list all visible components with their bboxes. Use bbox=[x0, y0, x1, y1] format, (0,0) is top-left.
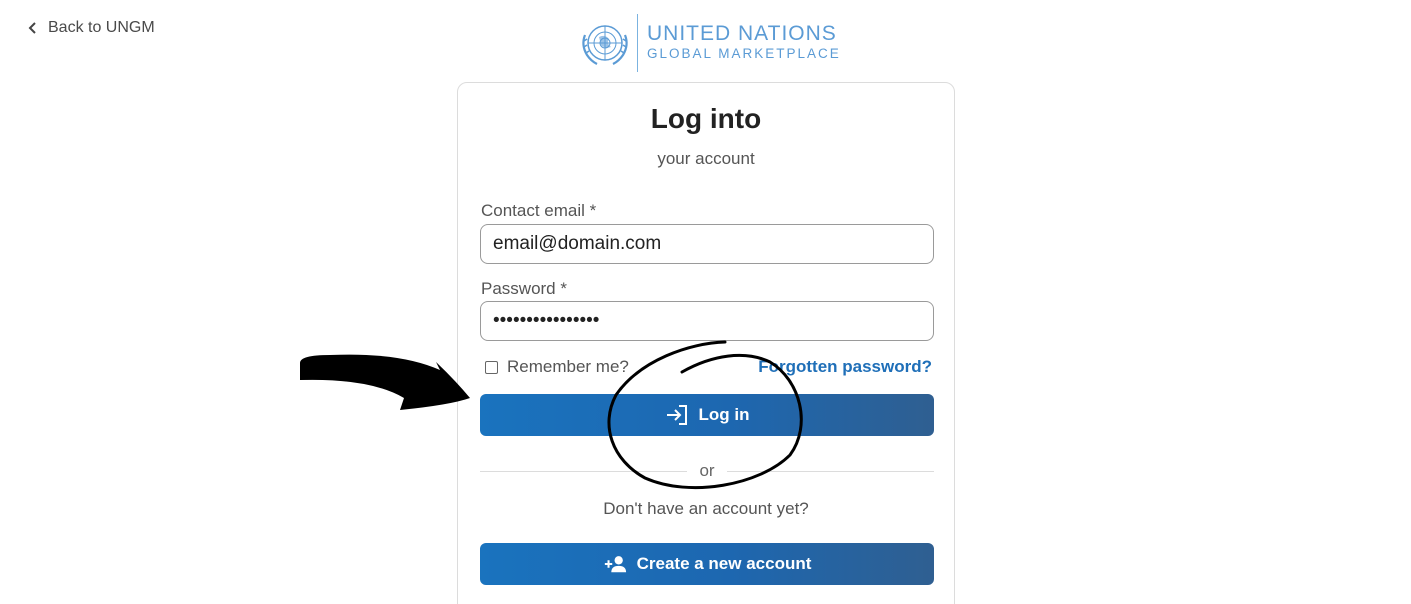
logo-text: UNITED NATIONS GLOBAL MARKETPLACE bbox=[647, 23, 841, 63]
remember-checkbox[interactable] bbox=[485, 360, 498, 374]
page-title: Log into bbox=[650, 103, 762, 134]
email-field[interactable]: email@domain.com bbox=[480, 224, 934, 264]
logo-line1: UNITED NATIONS bbox=[647, 22, 837, 45]
back-link-label: Back to UNGM bbox=[48, 19, 155, 36]
create-account-label: Create a new account bbox=[636, 554, 812, 573]
login-card: Log into your account Contact email * em… bbox=[457, 82, 955, 604]
login-button[interactable]: Log in bbox=[480, 394, 934, 436]
logo-divider bbox=[637, 14, 638, 72]
login-arrow-icon bbox=[666, 405, 687, 425]
or-label: or bbox=[699, 461, 715, 480]
login-button-label: Log in bbox=[698, 405, 750, 424]
email-label: Contact email * bbox=[481, 201, 597, 220]
un-emblem-icon bbox=[582, 25, 628, 65]
ungm-logo: UNITED NATIONS GLOBAL MARKETPLACE bbox=[579, 14, 841, 72]
divider-line-left bbox=[480, 470, 688, 472]
logo-line2: GLOBAL MARKETPLACE bbox=[647, 46, 841, 61]
remember-label: Remember me? bbox=[507, 357, 629, 376]
back-link[interactable]: Back to UNGM bbox=[28, 19, 155, 37]
password-field[interactable]: •••••••••••••••• bbox=[480, 301, 934, 341]
or-divider: or bbox=[480, 461, 934, 481]
add-user-icon bbox=[604, 556, 626, 573]
forgot-password-link[interactable]: Forgotten password? bbox=[758, 357, 932, 377]
remember-me[interactable]: Remember me? bbox=[485, 357, 629, 377]
login-page: Back to UNGM UNITED NATIONS GLOBAL MARKE… bbox=[0, 0, 1411, 604]
no-account-text: Don't have an account yet? bbox=[603, 499, 809, 518]
divider-line-right bbox=[726, 470, 934, 472]
password-label: Password * bbox=[481, 279, 567, 298]
chevron-left-icon bbox=[28, 22, 36, 34]
page-subtitle: your account bbox=[657, 149, 755, 168]
pointer-arrow-icon bbox=[300, 354, 470, 410]
create-account-button[interactable]: Create a new account bbox=[480, 543, 934, 585]
